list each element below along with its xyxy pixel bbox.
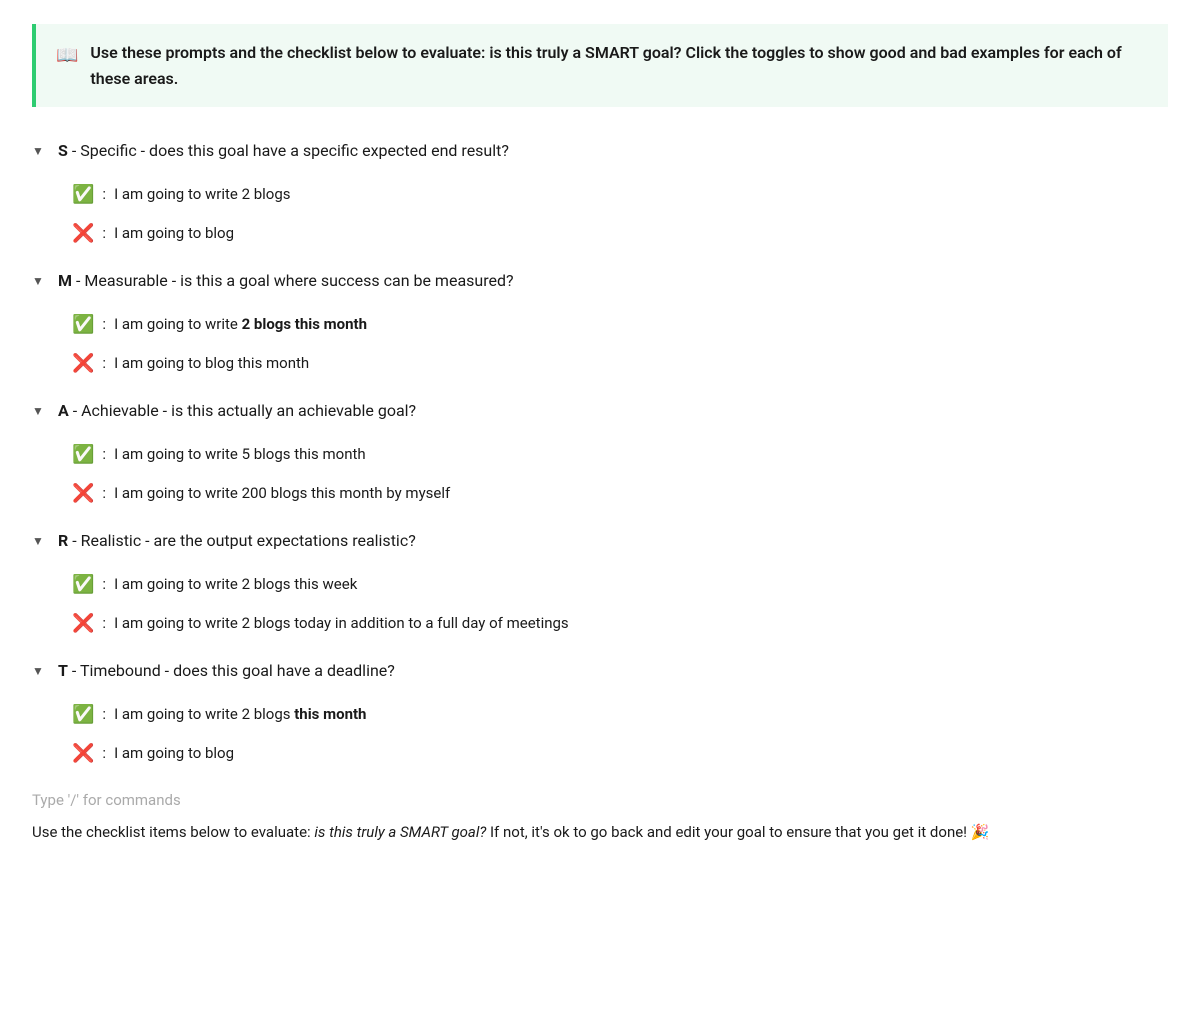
bottom-text-italic: is this truly a SMART goal? — [314, 823, 486, 841]
section-label-A: A - Achievable - is this actually an ach… — [58, 399, 416, 423]
checkmark-icon: ✅ — [72, 701, 94, 728]
section-header-S[interactable]: ▼ S - Specific - does this goal have a sp… — [32, 131, 1168, 171]
example-colon: : — [102, 703, 106, 726]
section-label-S: S - Specific - does this goal have a spe… — [58, 139, 509, 163]
section-M: ▼ M - Measurable - is this a goal where s… — [32, 261, 1168, 383]
x-icon: ❌ — [72, 350, 94, 377]
bottom-text-after: If not, it's ok to go back and edit your… — [486, 823, 989, 841]
info-box: 📖 Use these prompts and the checklist be… — [32, 24, 1168, 107]
section-desc-A: - Achievable - is this actually an achie… — [69, 401, 416, 420]
example-colon: : — [102, 612, 106, 635]
chevron-A-icon[interactable]: ▼ — [32, 402, 48, 420]
example-colon: : — [102, 573, 106, 596]
examples-A: ✅: I am going to write 5 blogs this month… — [72, 435, 1168, 513]
chevron-S-icon[interactable]: ▼ — [32, 142, 48, 160]
example-bold-text: this month — [294, 705, 366, 723]
section-letter-M: M — [58, 271, 72, 290]
section-desc-T: - Timebound - does this goal have a dead… — [68, 661, 395, 680]
section-header-T[interactable]: ▼ T - Timebound - does this goal have a d… — [32, 651, 1168, 691]
example-text-T-1: I am going to blog — [114, 742, 234, 765]
example-colon: : — [102, 313, 106, 336]
bottom-text: Use the checklist items below to evaluat… — [32, 820, 1168, 844]
book-icon: 📖 — [56, 42, 78, 69]
example-text-M-1: I am going to blog this month — [114, 352, 309, 375]
section-header-R[interactable]: ▼ R - Realistic - are the output expectat… — [32, 521, 1168, 561]
section-letter-A: A — [58, 401, 69, 420]
checkmark-icon: ✅ — [72, 441, 94, 468]
section-T: ▼ T - Timebound - does this goal have a d… — [32, 651, 1168, 773]
section-R: ▼ R - Realistic - are the output expectat… — [32, 521, 1168, 643]
x-icon: ❌ — [72, 740, 94, 767]
example-R-0: ✅: I am going to write 2 blogs this week — [72, 565, 1168, 604]
example-text-M-0: I am going to write 2 blogs this month — [114, 313, 367, 336]
example-colon: : — [102, 222, 106, 245]
section-letter-R: R — [58, 531, 68, 550]
section-A: ▼ A - Achievable - is this actually an ac… — [32, 391, 1168, 513]
section-header-A[interactable]: ▼ A - Achievable - is this actually an ac… — [32, 391, 1168, 431]
example-colon: : — [102, 482, 106, 505]
example-text-T-0: I am going to write 2 blogs this month — [114, 703, 366, 726]
section-header-M[interactable]: ▼ M - Measurable - is this a goal where s… — [32, 261, 1168, 301]
command-hint: Type '/' for commands — [32, 789, 1168, 812]
example-S-1: ❌: I am going to blog — [72, 214, 1168, 253]
section-desc-M: - Measurable - is this a goal where succ… — [72, 271, 514, 290]
examples-T: ✅: I am going to write 2 blogs this month… — [72, 695, 1168, 773]
example-bold-text: 2 blogs this month — [242, 315, 367, 333]
checkmark-icon: ✅ — [72, 181, 94, 208]
example-M-1: ❌: I am going to blog this month — [72, 344, 1168, 383]
checkmark-icon: ✅ — [72, 571, 94, 598]
example-text-R-1: I am going to write 2 blogs today in add… — [114, 612, 569, 635]
example-text-R-0: I am going to write 2 blogs this week — [114, 573, 357, 596]
example-A-1: ❌: I am going to write 200 blogs this mon… — [72, 474, 1168, 513]
example-R-1: ❌: I am going to write 2 blogs today in a… — [72, 604, 1168, 643]
section-letter-T: T — [58, 661, 68, 680]
x-icon: ❌ — [72, 220, 94, 247]
section-label-R: R - Realistic - are the output expectati… — [58, 529, 416, 553]
example-T-0: ✅: I am going to write 2 blogs this month — [72, 695, 1168, 734]
info-box-text: Use these prompts and the checklist belo… — [90, 40, 1148, 91]
section-desc-S: - Specific - does this goal have a speci… — [68, 141, 509, 160]
section-desc-R: - Realistic - are the output expectation… — [68, 531, 416, 550]
examples-S: ✅: I am going to write 2 blogs ❌: I am goin… — [72, 175, 1168, 253]
examples-M: ✅: I am going to write 2 blogs this month… — [72, 305, 1168, 383]
example-M-0: ✅: I am going to write 2 blogs this month — [72, 305, 1168, 344]
x-icon: ❌ — [72, 610, 94, 637]
example-colon: : — [102, 183, 106, 206]
example-colon: : — [102, 742, 106, 765]
chevron-R-icon[interactable]: ▼ — [32, 532, 48, 550]
example-text-A-1: I am going to write 200 blogs this month… — [114, 482, 450, 505]
example-text-S-0: I am going to write 2 blogs — [114, 183, 290, 206]
smart-sections-container: ▼ S - Specific - does this goal have a sp… — [32, 131, 1168, 773]
section-S: ▼ S - Specific - does this goal have a sp… — [32, 131, 1168, 253]
chevron-T-icon[interactable]: ▼ — [32, 662, 48, 680]
section-letter-S: S — [58, 141, 68, 160]
example-colon: : — [102, 352, 106, 375]
examples-R: ✅: I am going to write 2 blogs this week ❌… — [72, 565, 1168, 643]
section-label-T: T - Timebound - does this goal have a de… — [58, 659, 395, 683]
example-text-S-1: I am going to blog — [114, 222, 234, 245]
example-T-1: ❌: I am going to blog — [72, 734, 1168, 773]
x-icon: ❌ — [72, 480, 94, 507]
section-label-M: M - Measurable - is this a goal where su… — [58, 269, 514, 293]
checkmark-icon: ✅ — [72, 311, 94, 338]
example-text-A-0: I am going to write 5 blogs this month — [114, 443, 366, 466]
example-colon: : — [102, 443, 106, 466]
chevron-M-icon[interactable]: ▼ — [32, 272, 48, 290]
example-A-0: ✅: I am going to write 5 blogs this month — [72, 435, 1168, 474]
bottom-text-before: Use the checklist items below to evaluat… — [32, 823, 314, 841]
example-S-0: ✅: I am going to write 2 blogs — [72, 175, 1168, 214]
